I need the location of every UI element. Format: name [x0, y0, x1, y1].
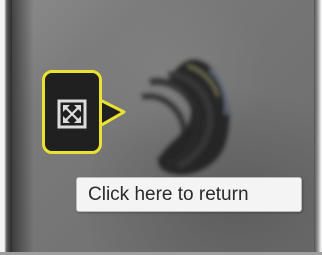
button-callout-pointer	[98, 97, 126, 129]
expand-view-button[interactable]	[42, 70, 102, 154]
window-right-border	[314, 0, 322, 255]
blurred-video-object	[141, 59, 230, 175]
expand-icon	[57, 99, 87, 129]
video-frame: Click here to return	[0, 0, 322, 255]
window-left-shadow	[12, 0, 34, 255]
window-left-border	[0, 0, 12, 255]
return-tooltip: Click here to return	[76, 177, 302, 212]
